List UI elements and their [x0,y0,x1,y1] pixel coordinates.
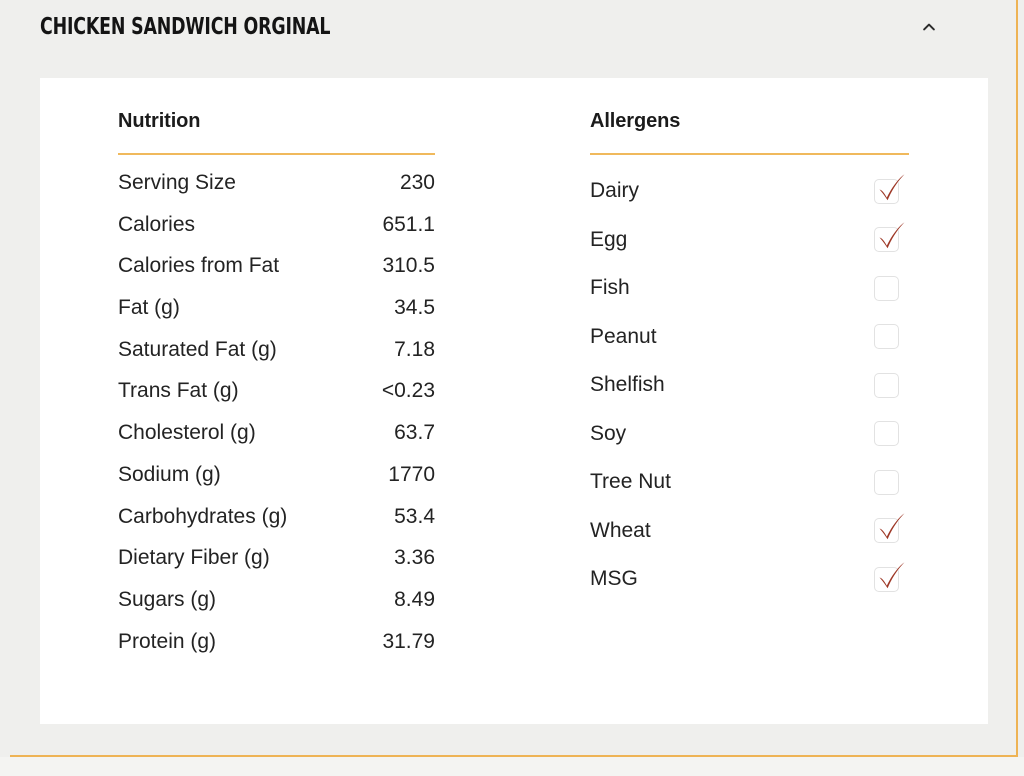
nutrition-row-value: 53.4 [394,504,435,528]
allergen-checkbox[interactable] [874,222,905,253]
allergen-row-label: Fish [590,276,630,300]
nutrition-row-label: Serving Size [118,171,236,194]
nutrition-section: Nutrition Serving Size 230 Calories 651.1 Ca… [118,108,435,669]
allergen-row-label: Soy [590,421,627,445]
nutrition-row: Calories 651.1 [118,211,435,253]
checkmark-icon [879,222,905,249]
nutrition-row: Fat (g) 34.5 [118,294,435,336]
nutrition-row: Serving Size 230 [118,169,435,211]
allergen-row[interactable]: Tree Nut [590,458,909,507]
allergen-row[interactable]: Soy [590,410,909,459]
nutrition-row-label: Fat (g) [118,296,180,320]
nutrition-row: Carbohydrates (g) 53.4 [118,503,435,545]
nutrition-row-value: 3.36 [394,546,435,570]
nutrition-heading: Nutrition [118,110,201,132]
nutrition-card: Nutrition Serving Size 230 Calories 651.1 Ca… [40,78,988,724]
allergen-row[interactable]: Shelfish [590,361,909,410]
nutrition-row-value: 1770 [388,462,435,486]
nutrition-row-label: Calories from Fat [118,254,280,278]
nutrition-row-label: Carbohydrates (g) [118,504,288,528]
nutrition-row: Sugars (g) 8.49 [118,586,435,628]
allergen-row-label: Shelfish [590,373,665,397]
nutrition-row-label: Protein (g) [118,629,217,653]
allergen-row-label: Peanut [590,324,657,348]
allergen-row-label: Wheat [590,518,651,542]
allergen-row-label: Tree Nut [590,470,671,494]
nutrition-row-label: Dietary Fiber (g) [118,546,270,570]
accordion-header-chicken-sandwich-orginal[interactable]: CHICKEN SANDWICH ORGINAL [10,0,988,57]
allergen-checkbox[interactable] [874,173,905,204]
nutrition-table: Serving Size 230 Calories 651.1 Calories fro… [118,169,435,669]
nutrition-row: Sodium (g) 1770 [118,461,435,503]
allergen-row-label: Dairy [590,179,640,203]
nutrition-row-label: Sodium (g) [118,462,221,486]
nutrition-row-label: Cholesterol (g) [118,421,256,445]
allergens-checklist: Dairy Egg Fish Peanut Shelfish Soy Tree Nut Whe… [590,167,909,604]
nutrition-row-value: 31.79 [382,629,435,653]
nutrition-row-value: 34.5 [394,296,435,320]
nutrition-row-label: Calories [118,212,196,236]
allergen-row-label: Egg [590,227,628,251]
nutrition-row-value: 63.7 [394,421,435,445]
checkmark-icon [879,173,905,200]
nutrition-row: Calories from Fat 310.5 [118,252,435,294]
allergen-row[interactable]: Dairy [590,167,909,216]
allergens-heading: Allergens [590,110,681,132]
nutrition-row-value: <0.23 [381,379,435,403]
nutrition-row-value: 8.49 [394,587,435,611]
allergens-section: Allergens Dairy Egg Fish Peanut Shelfish Soy T… [590,108,909,604]
nutrition-heading-rule [118,153,435,155]
allergen-row[interactable]: Egg [590,216,909,265]
page-footer-area [0,757,1024,776]
checkmark-icon [879,513,905,540]
allergen-row-label: MSG [590,567,638,591]
allergen-checkbox[interactable] [874,561,905,592]
nutrition-row-value: 651.1 [382,212,435,236]
allergens-heading-rule [590,153,909,155]
page-border-right [1016,0,1018,757]
nutrition-row: Saturated Fat (g) 7.18 [118,336,435,378]
checkmark-icon [879,561,905,588]
nutrition-row: Trans Fat (g) <0.23 [118,377,435,419]
page-title: CHICKEN SANDWICH ORGINAL [40,14,331,40]
allergen-row[interactable]: Peanut [590,313,909,362]
allergen-row[interactable]: MSG [590,555,909,604]
allergen-row[interactable]: Fish [590,264,909,313]
allergen-checkbox[interactable] [874,421,899,447]
nutrition-row: Dietary Fiber (g) 3.36 [118,544,435,586]
nutrition-row-value: 7.18 [394,337,435,361]
nutrition-row-label: Trans Fat (g) [118,379,239,403]
allergen-checkbox[interactable] [874,513,905,544]
allergen-checkbox[interactable] [874,469,899,495]
nutrition-row: Cholesterol (g) 63.7 [118,419,435,461]
allergen-row[interactable]: Wheat [590,507,909,556]
nutrition-row: Protein (g) 31.79 [118,628,435,670]
nutrition-row-label: Sugars (g) [118,587,217,611]
allergen-checkbox[interactable] [874,372,899,398]
allergen-checkbox[interactable] [874,324,899,350]
nutrition-row-value: 230 [399,171,435,194]
nutrition-allergen-page: CHICKEN SANDWICH ORGINAL Nutrition Servi… [0,0,1024,776]
allergen-checkbox[interactable] [874,275,899,301]
nutrition-row-label: Saturated Fat (g) [118,337,277,361]
nutrition-row-value: 310.5 [382,254,435,278]
accordion-toggle-button[interactable] [912,12,946,42]
chevron-up-icon [923,23,935,31]
